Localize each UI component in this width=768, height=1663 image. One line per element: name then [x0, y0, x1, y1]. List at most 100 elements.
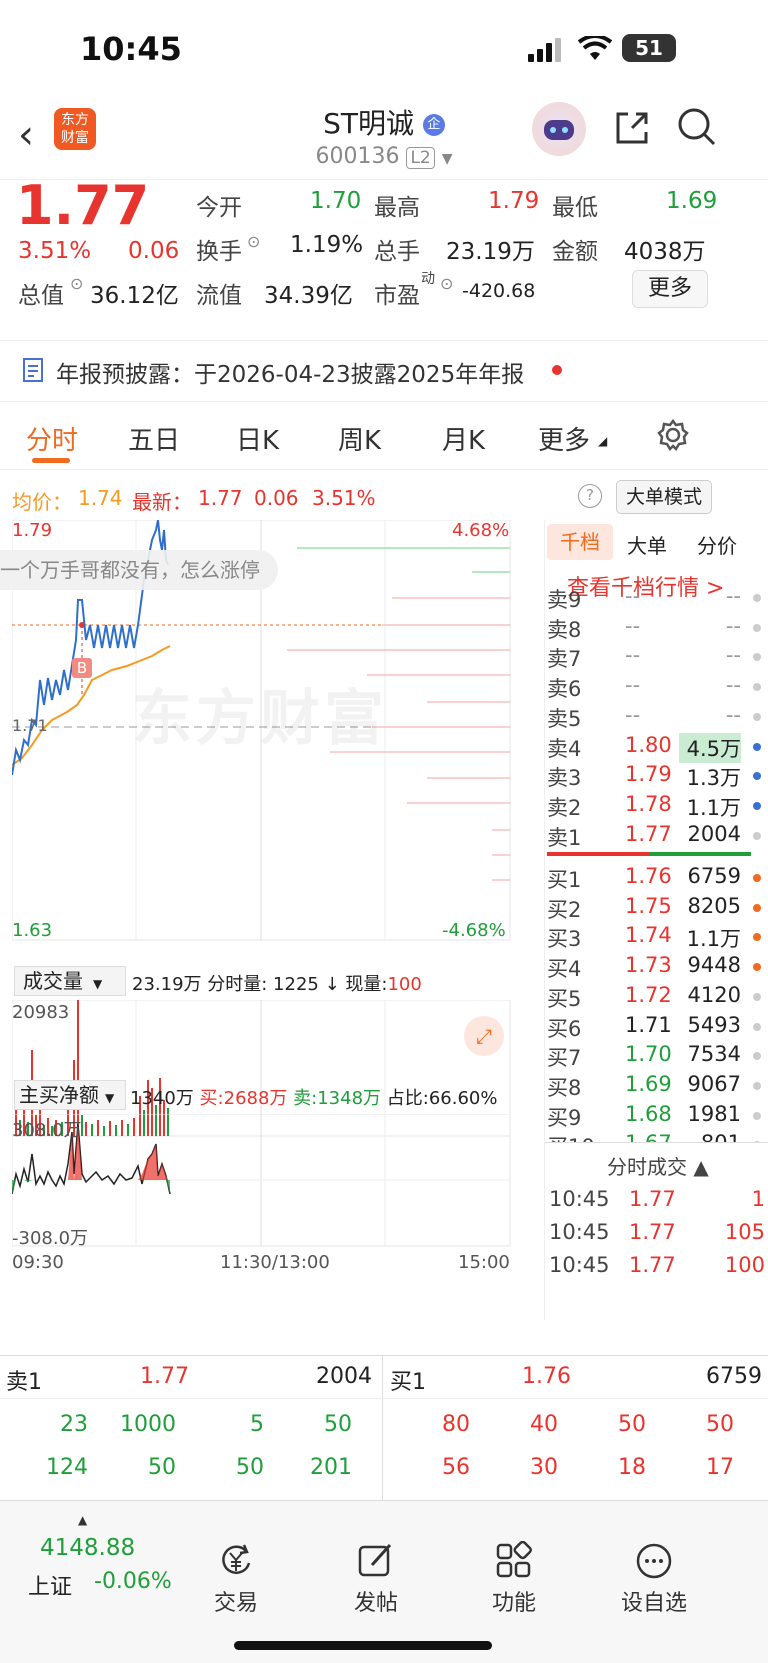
robot-avatar-icon[interactable]: [532, 102, 586, 156]
queue-cell: 5: [250, 1412, 264, 1437]
nav-add-watchlist-label: 设自选: [620, 1591, 687, 1616]
high-label: 最高: [374, 195, 420, 221]
tab-big-orders[interactable]: 大单: [627, 530, 667, 559]
bid-level-row[interactable]: 买9 1.68 1981: [545, 1102, 768, 1133]
info-icon[interactable]: ⊙: [247, 232, 260, 251]
ask-level-row[interactable]: 卖8 -- --: [545, 614, 768, 645]
more-dots-icon: [594, 1541, 714, 1585]
ticks-title[interactable]: 分时成交 ▲: [607, 1151, 709, 1180]
help-icon[interactable]: ?: [578, 484, 602, 508]
level-volume: 5493: [687, 1012, 741, 1037]
avg-value: 1.74: [78, 486, 123, 510]
level-price: 1.76: [625, 864, 672, 888]
ask-level-row[interactable]: 卖1 1.77 2004: [545, 822, 768, 853]
bid-level-row[interactable]: 买1 1.76 6759: [545, 864, 768, 895]
settings-gear-icon[interactable]: [656, 418, 690, 456]
big-order-mode-button[interactable]: 大单模式: [616, 480, 712, 514]
tab-more[interactable]: 更多: [538, 420, 590, 457]
nav-post[interactable]: 发帖: [316, 1541, 436, 1617]
tab-weekly-k[interactable]: 周K: [338, 420, 381, 457]
ask-level-row[interactable]: 卖2 1.78 1.1万: [545, 792, 768, 823]
level-label: 买3: [547, 927, 582, 952]
tab-thousand-levels[interactable]: 千档: [547, 524, 613, 560]
ask-level-row[interactable]: 卖5 -- --: [545, 703, 768, 734]
tick-row: 10:45 1.77 1: [545, 1187, 768, 1218]
sell1-price: 1.77: [140, 1364, 189, 1389]
volume-selector[interactable]: 成交量 ▼: [14, 966, 126, 996]
level-dot: [753, 712, 761, 721]
search-icon[interactable]: [676, 106, 718, 152]
open-value: 1.70: [310, 188, 362, 214]
time-axis-end: 15:00: [458, 1252, 510, 1273]
nav-functions[interactable]: 功能: [454, 1540, 574, 1617]
signal-icon: [528, 38, 564, 66]
caret-up-icon: ▲: [78, 1513, 88, 1527]
volume-total: 23.19万: [132, 974, 202, 995]
bid-level-row[interactable]: 买4 1.73 9448: [545, 953, 768, 984]
nav-add-watchlist[interactable]: 设自选: [594, 1541, 714, 1617]
time-axis-mid: 11:30/13:00: [220, 1252, 330, 1273]
ask-level-row[interactable]: 卖3 1.79 1.3万: [545, 762, 768, 793]
level-volume: 1.1万: [686, 927, 741, 952]
tab-intraday[interactable]: 分时: [26, 420, 78, 457]
level-dot: [753, 1022, 761, 1031]
level-volume: 2004: [687, 821, 741, 846]
battery-level: 51: [635, 36, 663, 60]
ask-level-row[interactable]: 卖4 1.80 4.5万: [545, 732, 768, 764]
bid-level-row[interactable]: 买8 1.69 9067: [545, 1072, 768, 1103]
tick-row: 10:45 1.77 100: [545, 1253, 768, 1284]
volume-info: 23.19万 分时量: 1225 ↓ 现量:100: [132, 970, 422, 996]
tab-five-day[interactable]: 五日: [128, 420, 180, 457]
pe-label: 市盈: [374, 283, 420, 309]
info-icon[interactable]: ⊙: [440, 274, 453, 293]
chevron-down-icon: ▼: [441, 151, 453, 167]
level-price: 1.79: [625, 762, 672, 787]
nav-trade[interactable]: 交易: [176, 1541, 296, 1617]
index-ticker[interactable]: ▲ 4148.88 上证 -0.06%: [20, 1513, 180, 1603]
spread-bar: [547, 852, 751, 856]
netbuy-selector-label: 主买净额: [19, 1083, 99, 1107]
more-button[interactable]: 更多: [632, 270, 708, 308]
level-label: 卖3: [547, 766, 582, 791]
ticks-panel: 分时成交 ▲ 10:45 1.77 1 10:45 1.77 105 10:45 1.77 10…: [545, 1142, 768, 1312]
tab-price-distribution[interactable]: 分价: [697, 530, 737, 559]
bid-level-row[interactable]: 买3 1.74 1.1万: [545, 923, 768, 954]
share-icon[interactable]: [612, 108, 652, 152]
queue-cell: 18: [618, 1455, 646, 1480]
ask-level-row[interactable]: 卖9 -- --: [545, 584, 768, 615]
buy-marker[interactable]: B: [72, 658, 92, 678]
netbuy-ymin: -308.0万: [12, 1228, 89, 1249]
current-price: 1.77: [16, 174, 150, 237]
expand-icon[interactable]: ⤢: [464, 1016, 504, 1056]
nav-functions-label: 功能: [491, 1591, 536, 1616]
sell1-label: 卖1: [6, 1370, 42, 1395]
volume-label: 总手: [374, 239, 420, 265]
queue-cell: 50: [706, 1412, 734, 1437]
info-icon[interactable]: ⊙: [70, 274, 83, 293]
level-label: 卖9: [547, 588, 582, 612]
level-dot: [753, 742, 761, 751]
dropdown-icon: ▼: [93, 977, 103, 991]
comment-bubble[interactable]: 一个万手哥都没有，怎么涨停: [0, 550, 278, 590]
level-label: 买6: [547, 1016, 582, 1041]
ask-level-row[interactable]: 卖6 -- --: [545, 673, 768, 704]
netbuy-buy: 买:2688万: [199, 1088, 288, 1109]
announcement-bar[interactable]: 年报预披露：于2026-04-23披露2025年年报: [0, 340, 768, 402]
bid-level-row[interactable]: 买7 1.70 7534: [545, 1042, 768, 1073]
netbuy-selector[interactable]: 主买净额 ▼: [14, 1080, 126, 1110]
low-value: 1.69: [666, 188, 718, 214]
tab-daily-k[interactable]: 日K: [236, 420, 279, 457]
tick-time: 10:45: [549, 1253, 610, 1277]
bid-level-row[interactable]: 买6 1.71 5493: [545, 1013, 768, 1044]
ask-level-row[interactable]: 卖7 -- --: [545, 643, 768, 674]
tab-monthly-k[interactable]: 月K: [442, 420, 485, 457]
level-dot: [753, 1081, 761, 1090]
bid-level-row[interactable]: 买2 1.75 8205: [545, 894, 768, 925]
latest-pct: 3.51%: [312, 486, 376, 510]
turnover-value: 1.19%: [290, 232, 364, 258]
netbuy-ratio: 占比:66.60%: [386, 1088, 498, 1109]
intraday-chart[interactable]: 东方财富 1.79 1.71 1.63 4.68% -4.68% B 一个万手哥…: [0, 520, 542, 960]
level-price: 1.70: [625, 1042, 672, 1067]
edit-icon: [316, 1541, 436, 1585]
bid-level-row[interactable]: 买5 1.72 4120: [545, 983, 768, 1014]
